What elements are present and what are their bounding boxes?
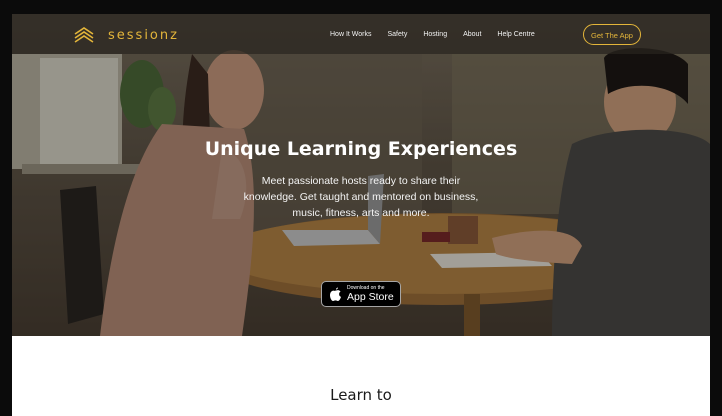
learn-to-heading: Learn to [330, 386, 392, 404]
app-store-big-text: App Store [347, 290, 394, 303]
brand-name: sessionz [108, 27, 179, 43]
app-store-label: Download on the App Store [347, 284, 394, 303]
chevron-stack-logo-icon [74, 27, 94, 43]
nav-link-how-it-works[interactable]: How It Works [330, 31, 372, 38]
nav-link-hosting[interactable]: Hosting [423, 31, 447, 38]
nav-link-safety[interactable]: Safety [388, 31, 408, 38]
app-store-small-text: Download on the [347, 284, 385, 291]
app-store-badge[interactable]: Download on the App Store [321, 281, 401, 307]
device-frame: sessionz How It Works Safety Hosting Abo… [0, 0, 722, 416]
get-the-app-button[interactable]: Get The App [583, 24, 641, 45]
brand-logo-link[interactable]: sessionz [74, 24, 179, 46]
hero-subtext: Meet passionate hosts ready to share the… [243, 175, 479, 219]
browser-viewport: sessionz How It Works Safety Hosting Abo… [12, 14, 710, 416]
top-navbar: sessionz How It Works Safety Hosting Abo… [12, 14, 710, 54]
hero-headline: Unique Learning Experiences [204, 138, 518, 160]
nav-link-help-centre[interactable]: Help Centre [497, 31, 534, 38]
hero-section: sessionz How It Works Safety Hosting Abo… [12, 14, 710, 336]
nav-link-about[interactable]: About [463, 31, 481, 38]
main-menu: How It Works Safety Hosting About Help C… [330, 14, 551, 54]
apple-icon [330, 287, 341, 301]
